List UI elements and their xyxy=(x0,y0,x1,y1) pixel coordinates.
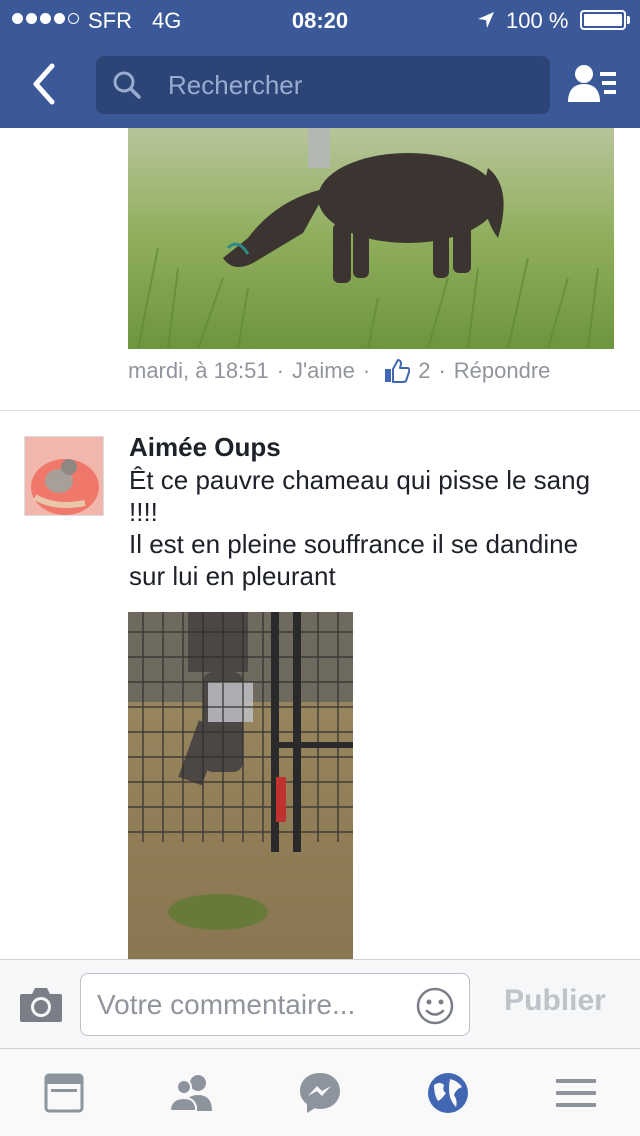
comment-text-line: Êt ce pauvre chameau qui pisse le sang !… xyxy=(129,465,591,527)
like-link[interactable]: J'aime xyxy=(292,358,355,384)
battery-percent: 100 % xyxy=(506,8,569,33)
post-meta-row: mardi, à 18:51 · J'aime · 2 · Répondre xyxy=(128,358,550,384)
bottom-tab-bar xyxy=(0,1048,640,1136)
comment-text: Êt ce pauvre chameau qui pisse le sang !… xyxy=(129,464,609,592)
search-bar[interactable] xyxy=(96,56,550,114)
camel-in-cage-photo[interactable] xyxy=(128,612,353,959)
comment-divider xyxy=(0,410,640,411)
battery-level-fill xyxy=(584,14,622,26)
top-bar: SFR 4G 08:20 100 % xyxy=(0,0,640,128)
notifications-globe-icon[interactable] xyxy=(424,1071,472,1115)
battery-nub xyxy=(627,16,630,24)
pony-grazing-photo[interactable] xyxy=(128,128,614,349)
search-icon xyxy=(113,71,141,99)
friends-icon[interactable] xyxy=(168,1071,216,1115)
search-input[interactable] xyxy=(168,56,538,114)
camera-icon[interactable] xyxy=(18,984,64,1024)
avatar[interactable] xyxy=(24,436,104,516)
camel-photo-image xyxy=(128,612,353,959)
reply-link[interactable]: Répondre xyxy=(454,358,551,384)
comment-input[interactable] xyxy=(97,974,417,1035)
emoji-icon[interactable] xyxy=(415,986,455,1026)
messenger-icon[interactable] xyxy=(296,1071,344,1115)
separator-dot: · xyxy=(438,358,446,383)
separator-dot: · xyxy=(362,358,371,383)
like-count[interactable]: 2 xyxy=(418,358,430,384)
post-timestamp: mardi, à 18:51 xyxy=(128,358,269,383)
thumbs-up-icon xyxy=(385,359,411,383)
menu-icon[interactable] xyxy=(552,1071,600,1115)
separator-dot: · xyxy=(276,358,284,383)
location-arrow-icon xyxy=(478,12,494,28)
publish-button[interactable]: Publier xyxy=(490,984,620,1018)
comment-input-box[interactable] xyxy=(80,973,470,1036)
friend-requests-icon[interactable] xyxy=(566,62,618,106)
status-bar: SFR 4G 08:20 100 % xyxy=(0,0,640,40)
comment-text-line: Il est en pleine souffrance il se dandin… xyxy=(129,529,579,591)
comment-composer: Publier xyxy=(0,959,640,1048)
comment-author-name[interactable]: Aimée Oups xyxy=(129,432,281,463)
battery-icon xyxy=(580,10,626,30)
avatar-image xyxy=(25,437,103,515)
news-feed-icon[interactable] xyxy=(40,1071,88,1115)
pony-photo-image xyxy=(128,128,614,349)
back-chevron-icon[interactable] xyxy=(24,60,64,108)
